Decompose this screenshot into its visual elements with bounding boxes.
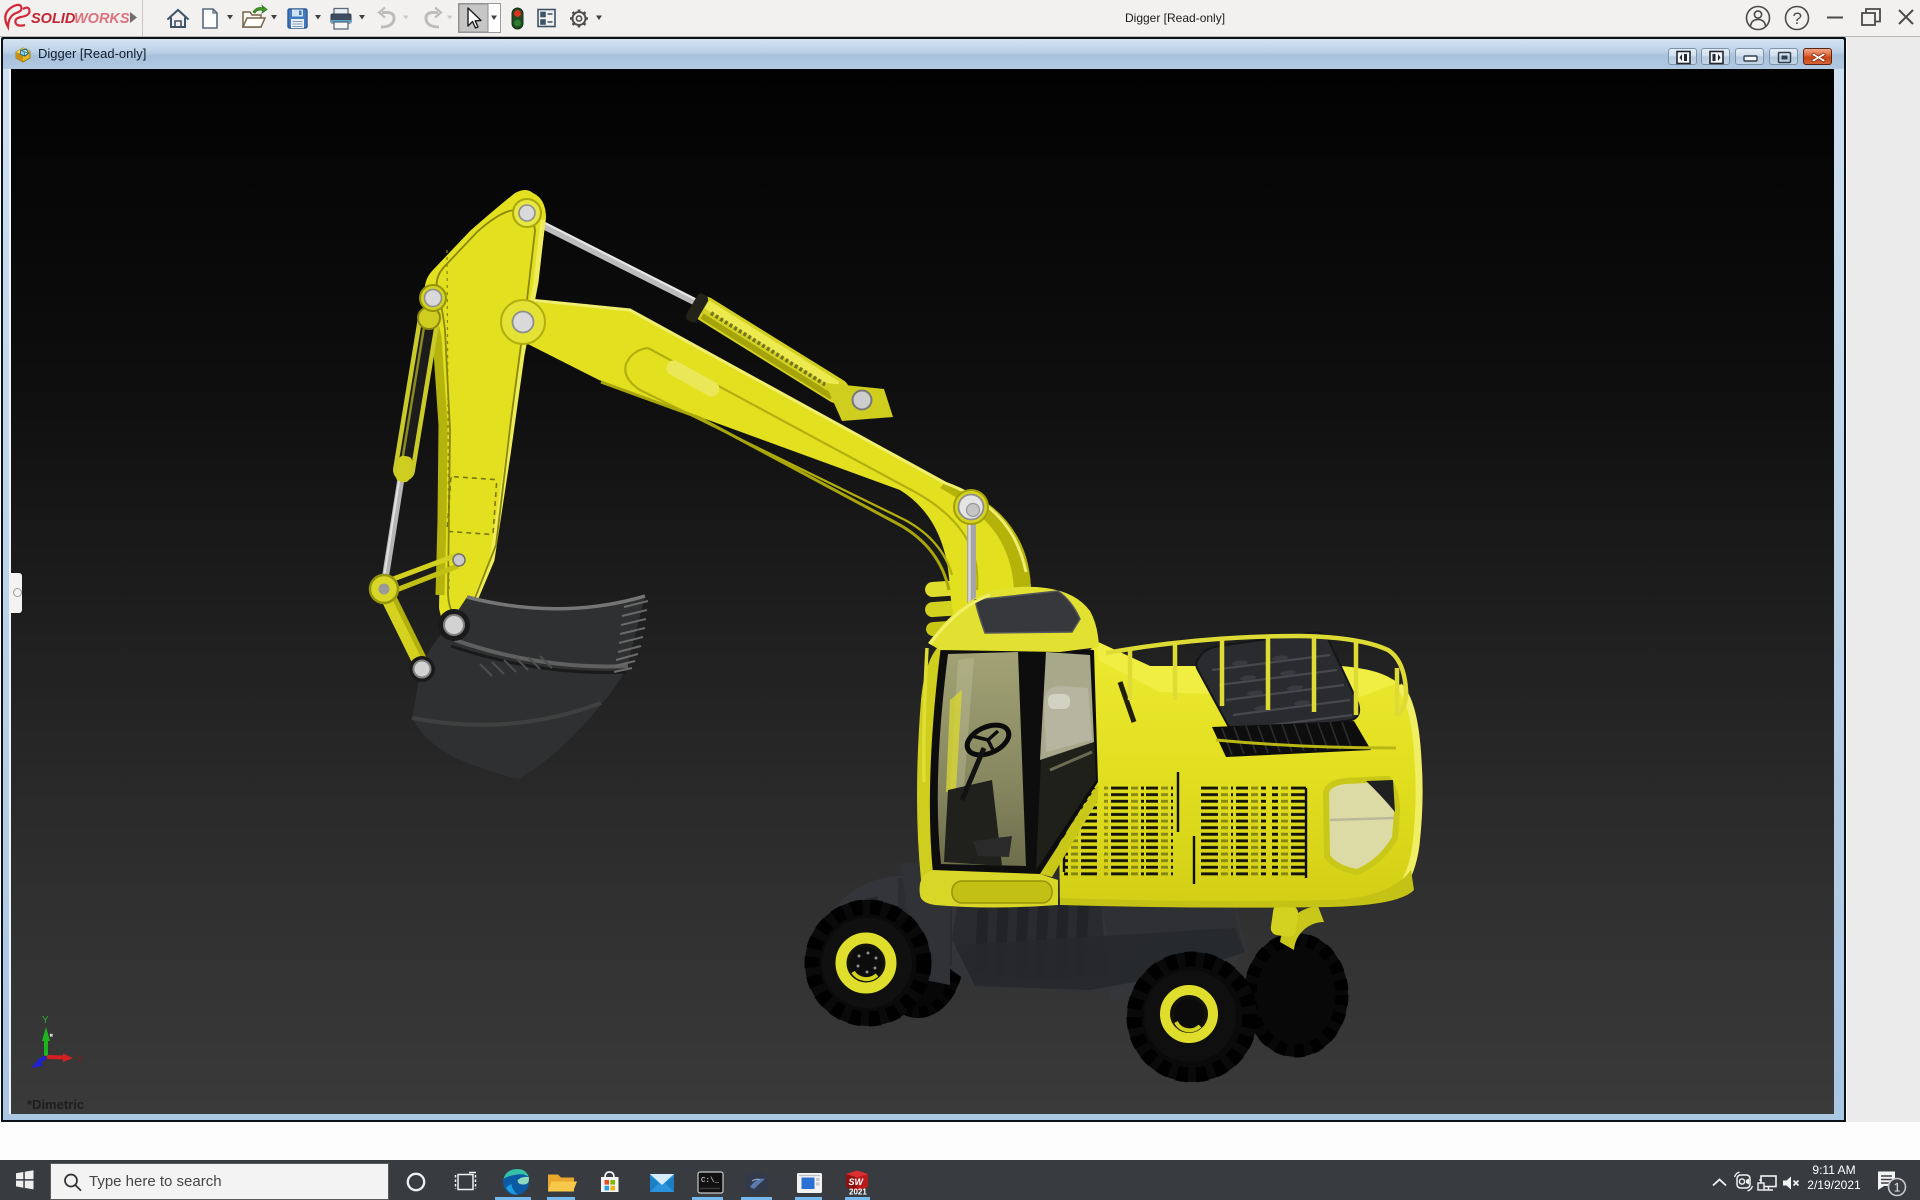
svg-text:SOLID: SOLID [31, 11, 76, 27]
svg-text:X: X [77, 1054, 83, 1064]
svg-text:C:\_: C:\_ [701, 1177, 720, 1185]
svg-text:?: ? [1793, 9, 1802, 28]
svg-text:2021: 2021 [849, 1188, 867, 1197]
svg-text:WORKS: WORKS [74, 11, 130, 27]
svg-text:1: 1 [1894, 1181, 1901, 1195]
svg-text:Y: Y [42, 1015, 49, 1026]
svg-text:SW: SW [849, 1177, 865, 1187]
